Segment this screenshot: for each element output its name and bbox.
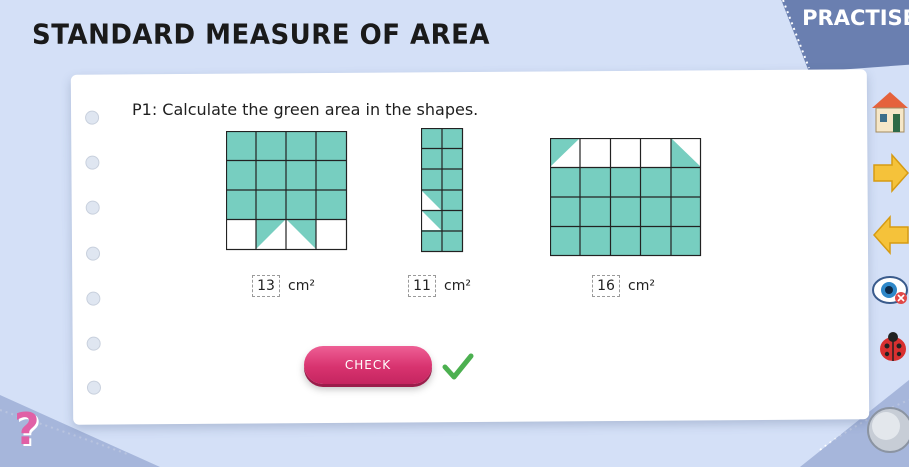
answer-3-unit: cm² xyxy=(628,278,655,294)
practise-label: PRACTISE xyxy=(802,6,909,30)
question-text: P1: Calculate the green area in the shap… xyxy=(132,100,479,119)
binder-hole xyxy=(86,291,101,306)
home-icon[interactable] xyxy=(870,88,909,136)
binder-hole xyxy=(85,110,100,125)
answer-3-input[interactable]: 16 xyxy=(592,275,620,297)
page-title: STANDARD MEASURE OF AREA xyxy=(32,19,491,51)
answer-1: 13 cm² xyxy=(252,275,315,297)
binder-hole xyxy=(85,155,100,170)
back-arrow-icon[interactable] xyxy=(872,214,909,256)
check-button[interactable]: CHECK xyxy=(304,346,432,384)
binder-hole xyxy=(85,246,101,261)
answer-3: 16 cm² xyxy=(592,275,655,297)
answer-1-input[interactable]: 13 xyxy=(252,275,280,297)
answer-2-unit: cm² xyxy=(444,278,471,294)
scroll-knob-icon[interactable] xyxy=(864,404,909,454)
tick-icon xyxy=(442,353,474,380)
ladybug-icon[interactable] xyxy=(876,330,909,364)
binder-hole xyxy=(85,200,100,215)
answer-2-input[interactable]: 11 xyxy=(408,275,436,297)
answer-2: 11 cm² xyxy=(408,275,471,297)
binder-hole xyxy=(86,336,101,351)
eye-icon[interactable] xyxy=(872,272,909,308)
help-icon[interactable]: ? xyxy=(14,404,40,455)
next-arrow-icon[interactable] xyxy=(872,152,909,194)
binder-hole xyxy=(86,380,102,395)
practise-banner: PRACTISE xyxy=(769,0,909,74)
answer-1-unit: cm² xyxy=(288,278,315,294)
shape-1-grid xyxy=(226,131,348,251)
shape-2-grid xyxy=(421,128,464,253)
shape-3-grid xyxy=(550,138,702,257)
